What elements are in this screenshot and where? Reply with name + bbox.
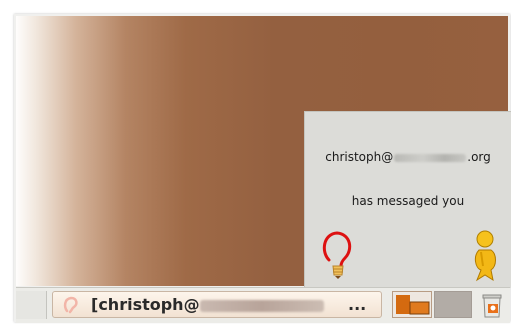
redacted-hostname bbox=[199, 299, 324, 312]
taskbar: [christoph@ ... bbox=[16, 287, 510, 323]
taskbar-left-handle[interactable] bbox=[16, 291, 47, 319]
workspace-switcher-1[interactable] bbox=[392, 291, 432, 318]
workspace-preview-1 bbox=[395, 294, 430, 315]
notification-message: has messaged you bbox=[351, 194, 465, 208]
task-label-prefix: [christoph@ bbox=[91, 295, 200, 314]
sender-prefix: christoph@ bbox=[325, 150, 394, 164]
sender-suffix: .org bbox=[467, 150, 491, 164]
workspace-switcher-2[interactable] bbox=[434, 291, 472, 318]
taskbar-window-label: [christoph@ bbox=[91, 295, 324, 314]
lightbulb-icon bbox=[322, 231, 352, 279]
taskbar-window-button[interactable]: [christoph@ ... bbox=[52, 291, 382, 318]
buddy-icon bbox=[474, 230, 496, 282]
task-label-ellipsis: ... bbox=[348, 295, 367, 314]
redacted-domain bbox=[394, 153, 467, 162]
trash-icon[interactable] bbox=[479, 289, 505, 319]
ear-icon bbox=[63, 296, 78, 314]
notification-popup[interactable]: christoph@ .org has messaged you bbox=[304, 111, 511, 288]
notification-sender: christoph@ .org bbox=[305, 150, 511, 164]
